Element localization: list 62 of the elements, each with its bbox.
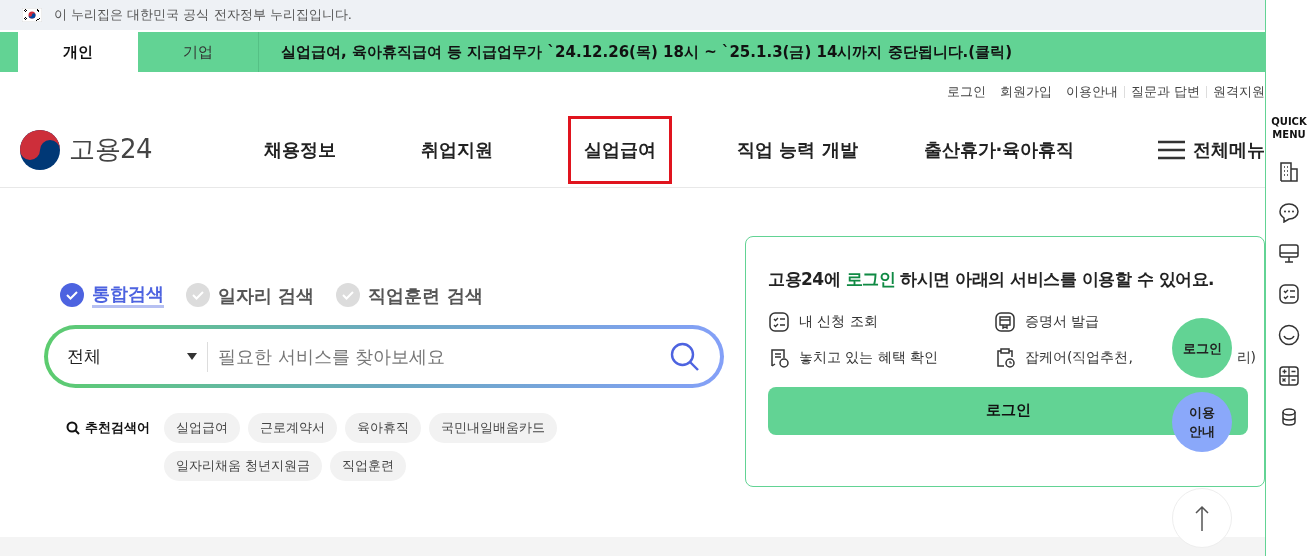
service-link[interactable]: 증명서 발급 [1025,311,1100,332]
receipt-icon [768,346,790,369]
service-link[interactable]: 내 신청 조회 [799,311,878,332]
building-icon [1278,160,1300,182]
smiley-icon [1278,324,1300,346]
search-icon [66,421,80,435]
quick-menu-button[interactable] [1278,201,1300,223]
quick-menu-button[interactable] [1278,365,1300,387]
search-button[interactable] [670,341,700,372]
nav-item[interactable]: 실업급여 [567,115,672,184]
menu-icon [1158,139,1185,160]
check-circle-icon [60,283,84,307]
login-message: 고용24에 로그인 하시면 아래의 서비스를 이용할 수 있어요. [768,268,1216,291]
nav-item[interactable]: 채용정보 [248,115,352,184]
checklist-icon [1278,283,1300,305]
quick-menu-title: QUICK MENU [1271,115,1307,141]
keyword-chip[interactable]: 육아휴직 [345,413,421,443]
utility-link[interactable]: 회원가입 [999,82,1052,102]
document-icon [994,310,1016,333]
flag-icon [22,8,42,22]
quick-menu-button[interactable] [1278,160,1300,182]
logo-text[interactable]: 고용24 [69,130,153,169]
search-tab[interactable]: 일자리 검색 [186,281,315,309]
nav-item[interactable]: 취업지원 [404,115,509,184]
keyword-chip[interactable]: 국민내일배움카드 [429,413,557,443]
all-menu-button[interactable]: 전체메뉴 [1158,136,1265,163]
search-tab[interactable]: 통합검색 [60,282,164,308]
clipboard-clock-icon [994,346,1016,369]
utility-link[interactable]: 원격지원 [1213,82,1265,102]
up-arrow-icon [1195,505,1209,531]
caret-icon [187,353,197,360]
search-icon [670,341,700,372]
nav-item[interactable]: 직업 능력 개발 [721,115,874,184]
checklist-icon [768,310,790,333]
keyword-chip[interactable]: 직업훈련 [330,451,407,481]
search-tab[interactable]: 직업훈련 검색 [336,281,483,309]
check-circle-icon [186,283,210,307]
recommended-label: 추천검색어 [85,419,150,438]
keyword-chip[interactable]: 근로계약서 [248,413,337,443]
search-field[interactable]: 전체 필요한 서비스를 찾아보세요 [48,329,720,384]
notice-link[interactable]: 실업급여, 육아휴직급여 등 지급업무가 `24.12.26(목) 18시 ~ `25.1.3(금) 14시까지 중단됩니다.(클릭) [258,32,1012,72]
calculator-icon [1278,365,1300,387]
monitor-icon [1278,242,1300,264]
category-dropdown[interactable]: 전체 [67,343,197,370]
utility-link[interactable]: 질문과 답변 [1130,82,1200,102]
gov-banner-text: 이 누리집은 대한민국 공식 전자정부 누리집입니다. [54,6,352,25]
quick-menu-button[interactable] [1278,283,1300,305]
keyword-chip[interactable]: 실업급여 [164,413,240,443]
service-link-text: 리) [1236,348,1256,367]
nav-item[interactable]: 출산휴가·육아휴직 [907,115,1091,184]
user-tab[interactable]: 개인 [18,32,138,72]
service-link[interactable]: 잡케어(직업추천, [1025,347,1133,368]
chat-icon [1278,201,1300,223]
utility-link[interactable]: 이용안내 [1065,82,1118,102]
quick-menu-button[interactable] [1278,242,1300,264]
floating-button[interactable]: 로그인 [1172,318,1232,378]
keyword-chip[interactable]: 일자리채움 청년지원금 [164,451,323,481]
logo-emblem-icon [19,128,61,171]
quick-menu-button[interactable] [1278,324,1300,346]
check-circle-icon [336,283,361,307]
utility-link[interactable]: 로그인 [946,82,986,102]
service-link[interactable]: 놓치고 있는 혜택 확인 [799,347,939,368]
